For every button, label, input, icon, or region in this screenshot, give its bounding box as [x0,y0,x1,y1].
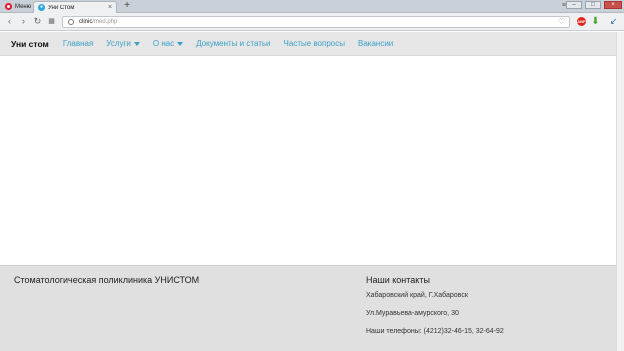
nav-link-label: О нас [152,39,175,48]
nav-link-label: Главная [62,39,94,48]
nav-link-faq[interactable]: Частые вопросы [284,39,345,48]
site-navbar: Уни стом Главная Услуги О нас Документы … [0,32,616,56]
nav-link-label: Документы и статьи [196,39,271,48]
nav-dropdown-about[interactable]: О нас [152,39,184,48]
tab-close-icon[interactable]: × [106,4,114,11]
nav-link-label: Услуги [106,39,131,48]
site-footer: Стоматологическая поликлиника УНИСТОМ На… [0,265,616,351]
nav-link-home[interactable]: Главная [63,39,93,48]
browser-menu-label: Меню [15,3,32,10]
reload-icon[interactable]: ↻ [32,16,43,27]
extension-sidebar-icon[interactable]: ↙ [609,16,618,27]
url-path: /med.php [92,19,118,25]
bookmark-heart-icon[interactable]: ♡ [558,17,565,26]
adblock-extension-icon[interactable]: ABP [577,17,586,26]
nav-link-label: Вакансии [358,39,394,48]
browser-tab-active[interactable]: ● Уни Стом × [33,1,117,13]
nav-link-vacancies[interactable]: Вакансии [358,39,393,48]
page-scrollbar[interactable] [616,32,624,351]
url-input[interactable]: clinic/med.php ♡ [62,16,570,28]
footer-address-street: Ул.Муравьева-амурского, 30 [366,310,459,317]
nav-link-label: Частые вопросы [283,39,345,48]
tab-title: Уни Стом [48,4,75,11]
download-extension-icon[interactable]: ⬇ [591,16,600,27]
window-minimize-button[interactable]: – [566,1,582,9]
window-maximize-button[interactable]: □ [585,1,601,9]
speed-dial-grid-icon[interactable]: ▦ [46,16,57,27]
url-host: clinic [79,19,93,25]
page-content-area [0,57,616,264]
footer-address-region: Хабаровский край, Г.Хабаровск [366,292,468,299]
browser-menu-button[interactable]: Меню [2,1,34,12]
footer-phones: Наши телефоны: (4212)32-46-15, 32-64-92 [366,328,504,335]
new-tab-button[interactable]: + [122,1,132,12]
back-arrow-icon[interactable]: ‹ [4,16,15,27]
footer-organization-name: Стоматологическая поликлиника УНИСТОМ [14,275,200,285]
nav-dropdown-services[interactable]: Услуги [106,39,140,48]
site-info-icon[interactable] [68,19,74,25]
footer-contacts-title: Наши контакты [366,275,430,285]
window-close-button[interactable]: × [604,1,622,9]
nav-link-documents[interactable]: Документы и статьи [196,39,270,48]
browser-address-bar: ‹ › ↻ ▦ clinic/med.php ♡ [0,13,624,31]
site-brand[interactable]: Уни стом [11,39,49,49]
forward-arrow-icon[interactable]: › [18,16,29,27]
opera-logo-icon [5,3,12,10]
chevron-down-icon [177,41,184,46]
chevron-down-icon [133,41,140,46]
site-favicon-icon: ● [38,4,45,11]
browser-tab-bar: Меню ● Уни Стом × + ≡ – □ × [0,0,624,13]
